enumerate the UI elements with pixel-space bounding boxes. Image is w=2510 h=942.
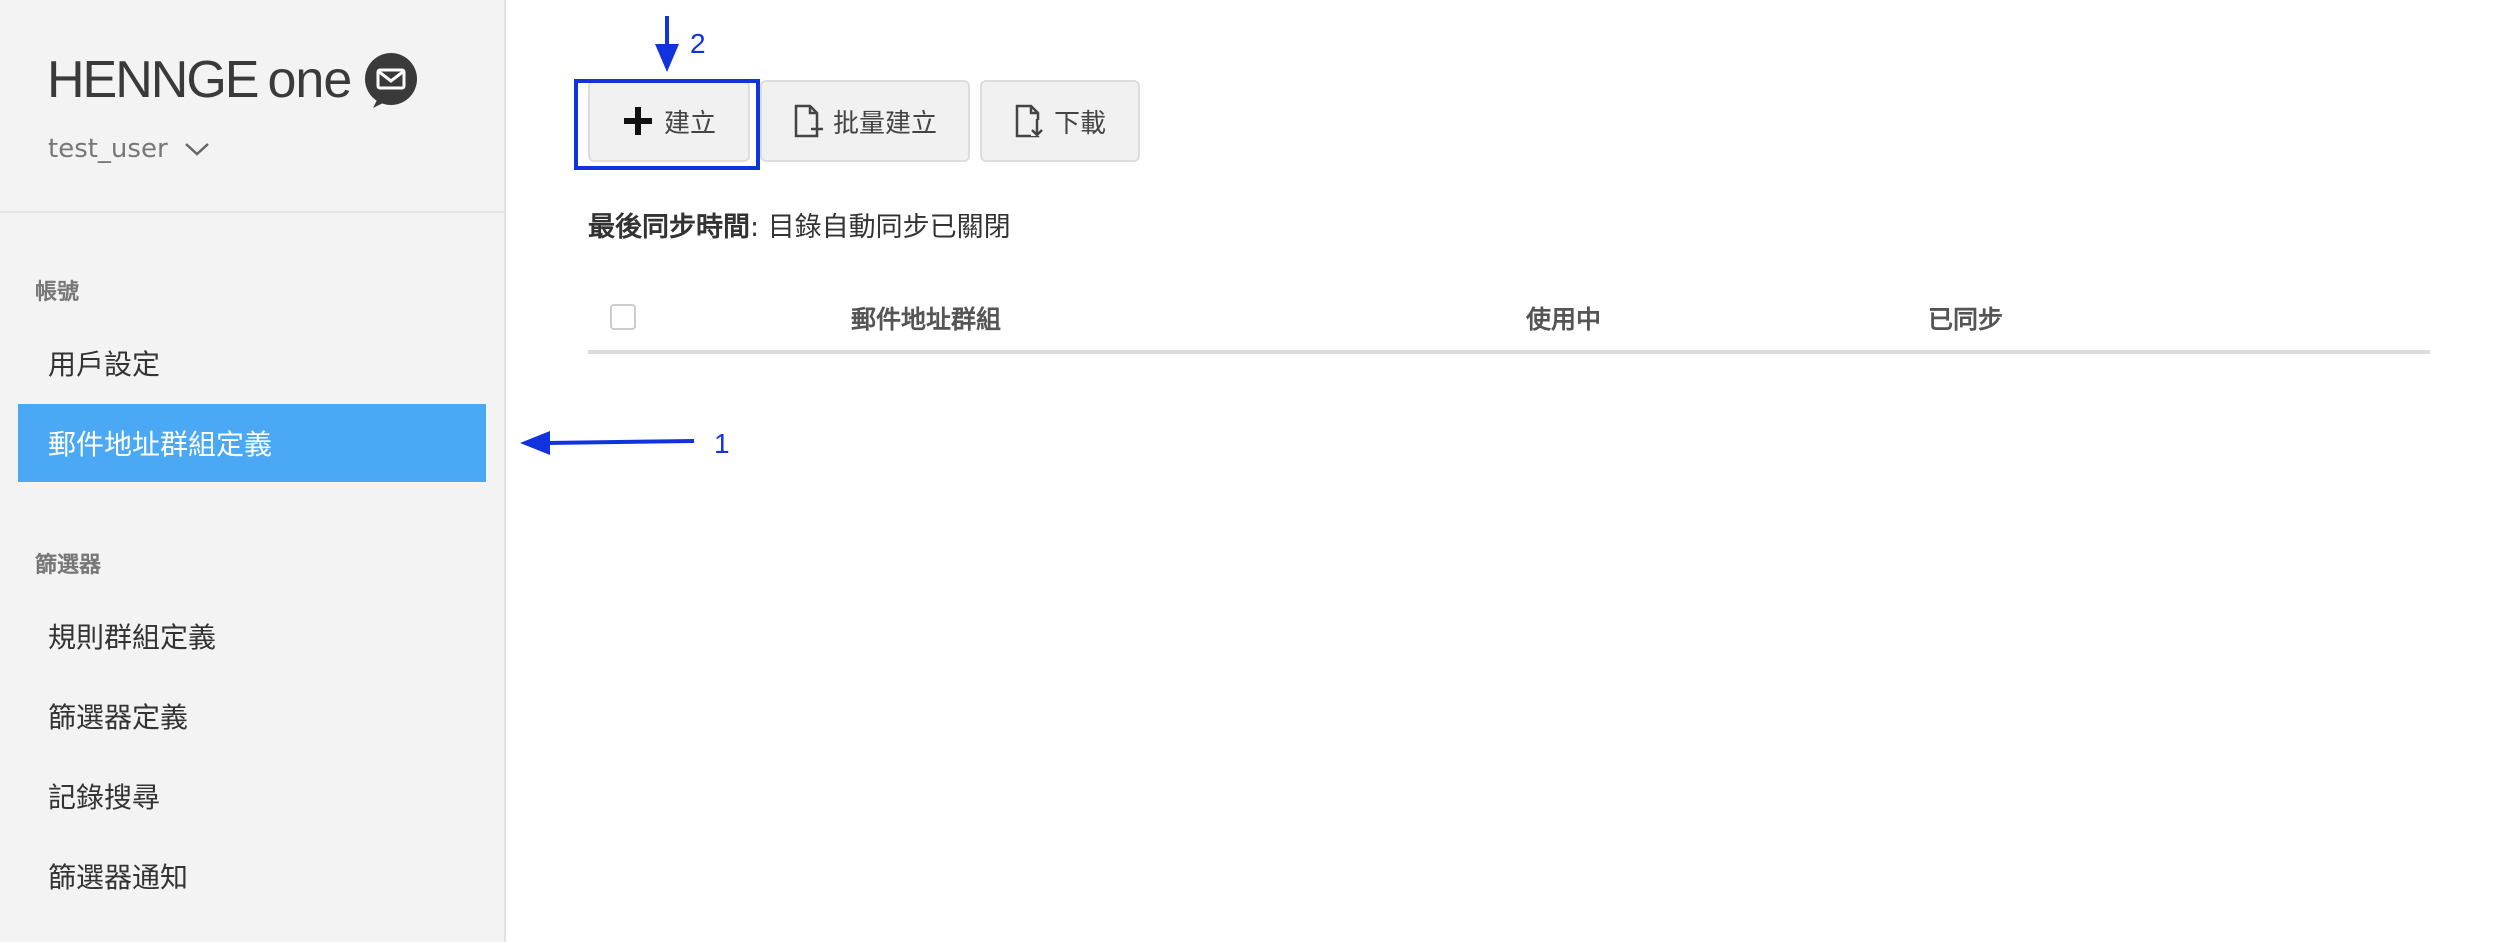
annotation-label-1: 1: [714, 428, 730, 459]
annotation-arrows: [520, 16, 695, 455]
annotation-label-2: 2: [690, 28, 706, 59]
annotation-arrow-2: [655, 16, 679, 72]
annotation-arrow-1: [520, 431, 695, 455]
